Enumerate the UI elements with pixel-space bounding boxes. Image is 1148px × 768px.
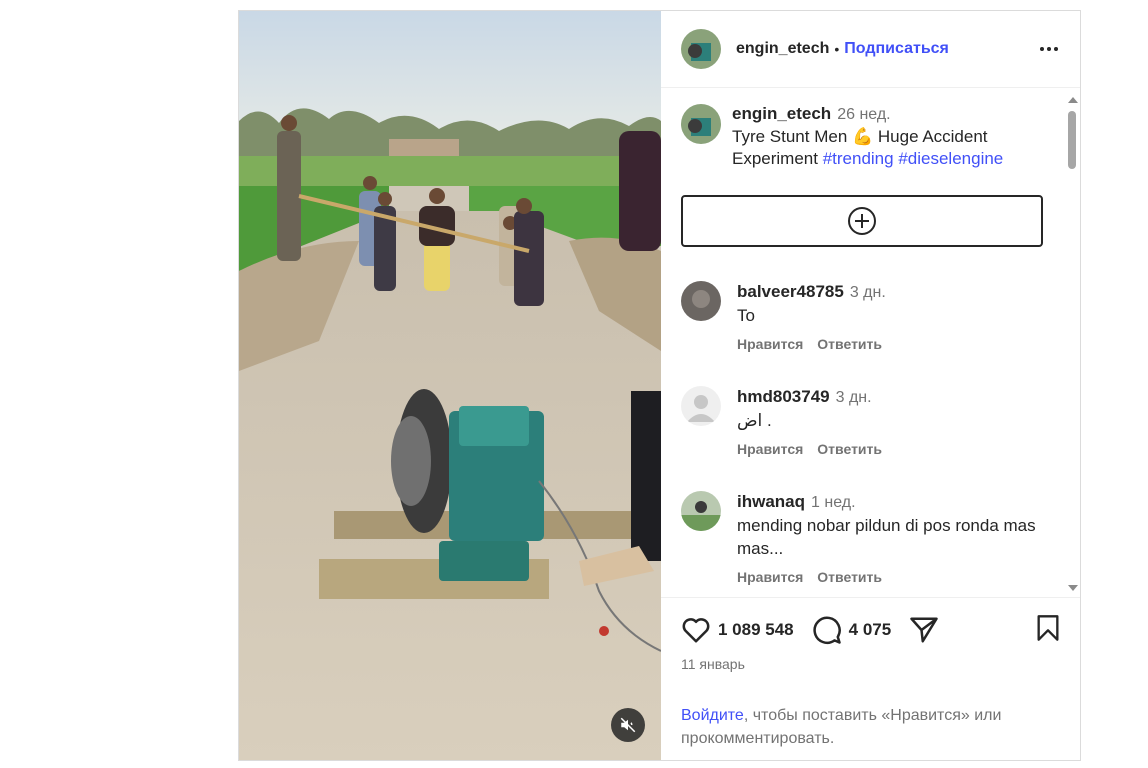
post-container: engin_etech • Подписаться engin_etech 26 …: [238, 10, 1081, 761]
scroll-thumb[interactable]: [1068, 111, 1076, 169]
comment-username[interactable]: ihwanaq: [737, 492, 805, 511]
scroll-down-arrow[interactable]: [1068, 585, 1078, 591]
caption-username[interactable]: engin_etech: [732, 104, 831, 123]
comment-time: 1 нед.: [811, 494, 856, 511]
comment-item: balveer48785 3 дн. To Нравится Ответить: [681, 281, 1041, 352]
add-comment-icon: [848, 207, 876, 235]
separator-dot: •: [834, 41, 840, 57]
author-username[interactable]: engin_etech: [736, 40, 829, 58]
post-header: engin_etech • Подписаться: [661, 11, 1080, 88]
flexed-biceps-emoji: 💪: [852, 127, 874, 146]
comments-count: 4 075: [848, 620, 892, 639]
hashtag-link[interactable]: #dieselengine: [898, 149, 1003, 168]
mute-button[interactable]: [611, 708, 645, 742]
add-comment-button[interactable]: [681, 195, 1043, 247]
comments-section[interactable]: engin_etech 26 нед. Tyre Stunt Men 💪 Huge…: [661, 89, 1080, 597]
like-comment-button[interactable]: Нравится: [737, 569, 803, 585]
comment-item: hmd803749 3 дн. اض . Нравится Ответить: [681, 386, 1041, 457]
caption-avatar[interactable]: [681, 104, 721, 144]
comment-username[interactable]: hmd803749: [737, 387, 830, 406]
like-comment-button[interactable]: Нравится: [737, 441, 803, 457]
caption-text: Tyre Stunt Men 💪 Huge Accident Experimen…: [732, 127, 1004, 168]
like-comment-button[interactable]: Нравится: [737, 336, 803, 352]
reply-button[interactable]: Ответить: [817, 569, 882, 585]
like-button[interactable]: 1 089 548: [681, 616, 794, 644]
mute-icon: [620, 717, 636, 733]
video-frame: [239, 11, 661, 760]
comment-button[interactable]: 4 075: [812, 615, 892, 645]
author-avatar[interactable]: [681, 29, 721, 69]
bookmark-icon: [1037, 614, 1059, 641]
more-options-button[interactable]: [1038, 41, 1060, 57]
comment-avatar[interactable]: [681, 491, 721, 531]
comments-scrollbar[interactable]: [1064, 89, 1080, 597]
post-date: 11 январь: [681, 656, 745, 672]
heart-icon: [682, 618, 710, 643]
comment-time: 3 дн.: [835, 389, 872, 406]
comment-avatar[interactable]: [681, 281, 721, 321]
hashtag-link[interactable]: #trending: [823, 149, 894, 168]
comment-text: To: [737, 306, 755, 325]
comment-username[interactable]: balveer48785: [737, 282, 844, 301]
comment-item: ihwanaq 1 нед. mending nobar pildun di po…: [681, 491, 1041, 585]
reply-button[interactable]: Ответить: [817, 441, 882, 457]
reply-button[interactable]: Ответить: [817, 336, 882, 352]
post-side-panel: engin_etech • Подписаться engin_etech 26 …: [661, 11, 1080, 760]
share-icon: [910, 617, 938, 643]
comment-avatar[interactable]: [681, 386, 721, 426]
follow-button[interactable]: Подписаться: [844, 40, 949, 58]
scroll-up-arrow[interactable]: [1068, 97, 1078, 103]
save-button[interactable]: [1035, 614, 1061, 647]
comment-icon: [813, 616, 841, 645]
comment-text: mending nobar pildun di pos ronda mas ma…: [737, 516, 1036, 558]
share-button[interactable]: [909, 616, 939, 644]
login-link[interactable]: Войдите: [681, 707, 744, 724]
more-icon: [1040, 47, 1044, 51]
login-prompt: Войдите, чтобы поставить «Нравится» или …: [681, 707, 1002, 747]
post-footer: 1 089 548 4 075 11 январь Войдите, чтобы…: [661, 597, 1080, 760]
likes-count: 1 089 548: [718, 620, 794, 639]
post-video[interactable]: [239, 11, 661, 760]
action-bar: 1 089 548 4 075: [681, 612, 1061, 648]
post-caption: engin_etech 26 нед. Tyre Stunt Men 💪 Huge…: [681, 103, 1041, 170]
comment-text: اض .: [737, 411, 772, 430]
comment-time: 3 дн.: [849, 284, 886, 301]
caption-time: 26 нед.: [837, 106, 891, 123]
